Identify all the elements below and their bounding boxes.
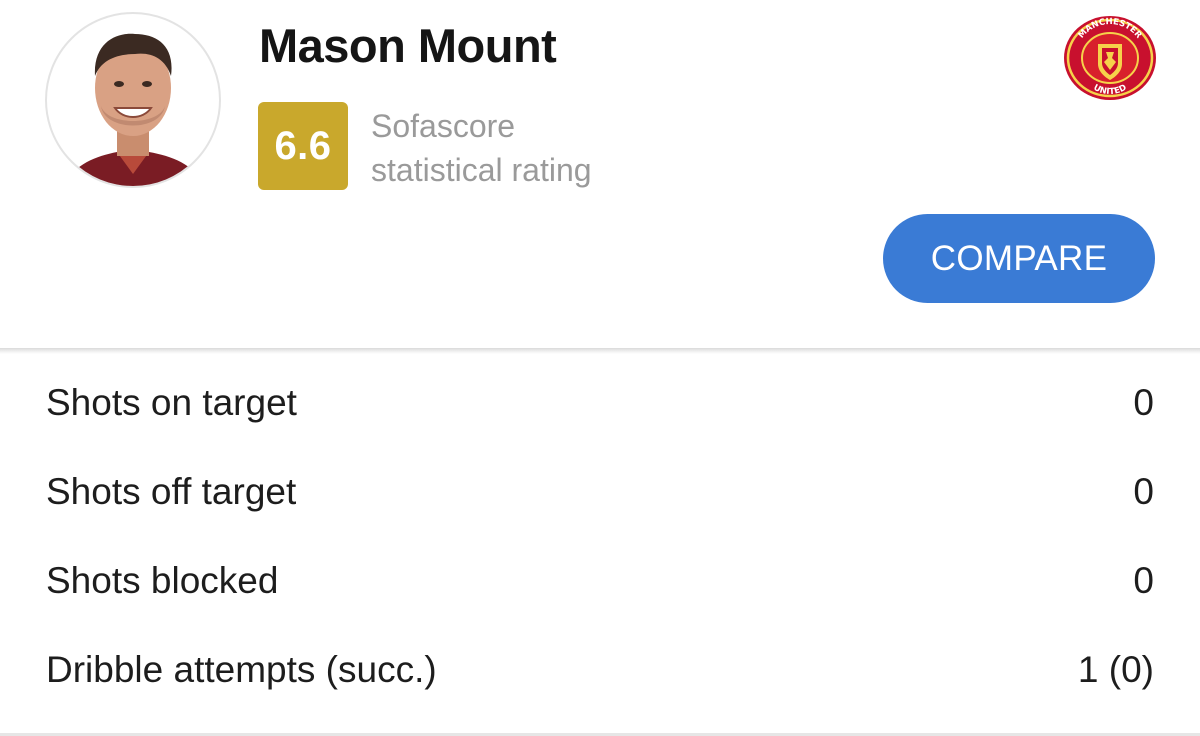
rating-caption-line-1: Sofascore [371,108,516,144]
player-avatar[interactable] [45,12,221,188]
player-rating-screen: Mason Mount 6.6 Sofascore statistical ra… [0,0,1200,736]
player-name: Mason Mount [259,19,557,72]
stat-row-dribble-attempts: Dribble attempts (succ.) 1 (0) [0,625,1200,714]
stat-value: 0 [1133,381,1154,423]
stats-list: Shots on target 0 Shots off target 0 Sho… [0,358,1200,714]
stat-row-shots-off-target: Shots off target 0 [0,447,1200,536]
club-crest-icon[interactable]: MANCHESTER UNITED [1062,14,1158,102]
compare-button[interactable]: COMPARE [883,214,1155,303]
player-header: Mason Mount 6.6 Sofascore statistical ra… [0,0,1200,348]
rating-caption-line-2: statistical rating [371,152,592,188]
stat-label: Dribble attempts (succ.) [46,648,437,690]
stat-label: Shots off target [46,470,297,512]
section-divider [0,348,1200,354]
stat-value: 0 [1133,559,1154,601]
stat-value: 1 (0) [1077,648,1154,690]
stat-row-shots-on-target: Shots on target 0 [0,358,1200,447]
rating-badge: 6.6 [258,102,348,190]
player-photo-icon [65,33,203,186]
stat-row-shots-blocked: Shots blocked 0 [0,536,1200,625]
rating-caption: Sofascore statistical rating [371,104,592,192]
stat-label: Shots on target [46,381,297,423]
stat-value: 0 [1133,470,1154,512]
stat-label: Shots blocked [46,559,279,601]
